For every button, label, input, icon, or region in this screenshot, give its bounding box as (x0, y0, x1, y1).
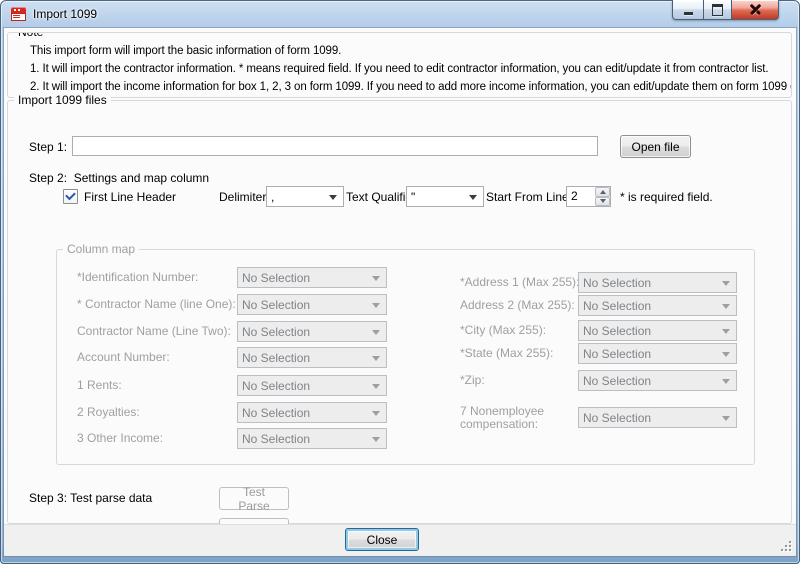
spin-down-button[interactable] (595, 197, 610, 207)
start-from-line-label: Start From Line (486, 190, 569, 204)
resize-grip-icon[interactable] (781, 541, 793, 553)
maximize-button[interactable] (704, 0, 732, 20)
start-from-line-spinner[interactable]: 2 (566, 186, 611, 207)
address1-dropdown[interactable]: No Selection (578, 272, 737, 293)
chevron-down-icon (722, 304, 730, 309)
dialog-content: Note This import form will import the ba… (4, 28, 796, 556)
first-line-header-checkbox[interactable] (63, 189, 78, 204)
chevron-down-icon (722, 352, 730, 357)
chevron-down-icon (372, 384, 380, 389)
rents-dropdown[interactable]: No Selection (237, 375, 387, 396)
first-line-header-label: First Line Header (84, 190, 176, 204)
text-qualifier-dropdown[interactable]: " (406, 186, 484, 207)
step3-label: Step 3: Test parse data (29, 491, 152, 505)
city-label: *City (Max 255): (460, 323, 546, 337)
checkmark-icon (65, 190, 76, 201)
rents-label: 1 Rents: (77, 378, 122, 392)
footer-bar: Close (4, 524, 796, 556)
note-group: Note This import form will import the ba… (7, 32, 792, 98)
state-label: *State (Max 255): (460, 346, 553, 360)
zip-dropdown[interactable]: No Selection (578, 370, 737, 391)
chevron-down-icon (600, 199, 606, 203)
spin-up-button[interactable] (595, 187, 610, 197)
contractor-name-one-dropdown[interactable]: No Selection (237, 294, 387, 315)
address1-label: *Address 1 (Max 255): (460, 275, 579, 289)
chevron-down-icon (722, 416, 730, 421)
open-file-button[interactable]: Open file (620, 135, 691, 158)
contractor-name-one-label: * Contractor Name (line One): (77, 297, 236, 311)
chevron-down-icon (372, 303, 380, 308)
royalties-dropdown[interactable]: No Selection (237, 402, 387, 423)
test-parse-button[interactable]: Test Parse (219, 487, 289, 510)
note-line: 1. It will import the contractor informa… (30, 63, 768, 75)
close-icon (750, 4, 761, 15)
chevron-down-icon (469, 195, 477, 200)
import-1099-window: Import 1099 Note This import form will i… (0, 0, 800, 564)
step2-label: Step 2: Settings and map column (29, 171, 209, 185)
column-map-group: Column map *Identification Number: No Se… (56, 249, 755, 465)
nonemployee-compensation-label: 7 Nonemployee compensation: (460, 405, 570, 431)
chevron-down-icon (372, 437, 380, 442)
other-income-label: 3 Other Income: (77, 431, 163, 445)
delimiter-dropdown[interactable]: , (266, 186, 344, 207)
column-map-group-label: Column map (63, 242, 139, 256)
nonemployee-compensation-dropdown[interactable]: No Selection (578, 407, 737, 428)
other-income-dropdown[interactable]: No Selection (237, 428, 387, 449)
chevron-down-icon (372, 411, 380, 416)
minimize-icon (684, 12, 693, 15)
account-number-dropdown[interactable]: No Selection (237, 347, 387, 368)
file-path-input[interactable] (72, 136, 598, 156)
chevron-down-icon (329, 195, 337, 200)
chevron-down-icon (722, 379, 730, 384)
address2-label: Address 2 (Max 255): (460, 298, 575, 312)
contractor-name-two-dropdown[interactable]: No Selection (237, 321, 387, 342)
chevron-down-icon (372, 276, 380, 281)
import-files-group: Import 1099 files Step 1: Open file Step… (7, 100, 792, 524)
import-files-group-label: Import 1099 files (14, 93, 111, 107)
chevron-down-icon (372, 356, 380, 361)
titlebar[interactable]: Import 1099 (0, 0, 800, 28)
minimize-button[interactable] (672, 0, 704, 20)
chevron-down-icon (372, 330, 380, 335)
step1-label: Step 1: (29, 140, 67, 154)
chevron-down-icon (722, 329, 730, 334)
chevron-down-icon (722, 281, 730, 286)
identification-number-label: *Identification Number: (77, 270, 198, 284)
required-field-note: * is required field. (620, 190, 713, 204)
note-line: 2. It will import the income information… (30, 81, 792, 93)
note-line: This import form will import the basic i… (30, 45, 341, 57)
close-button[interactable]: Close (345, 528, 419, 551)
address2-dropdown[interactable]: No Selection (578, 295, 737, 316)
state-dropdown[interactable]: No Selection (578, 343, 737, 364)
chevron-up-icon (600, 190, 606, 194)
account-number-label: Account Number: (77, 350, 170, 364)
window-controls (672, 0, 779, 20)
identification-number-dropdown[interactable]: No Selection (237, 267, 387, 288)
zip-label: *Zip: (460, 373, 485, 387)
form-1099-icon (11, 6, 27, 22)
window-title: Import 1099 (33, 7, 97, 21)
close-window-button[interactable] (732, 0, 779, 20)
note-group-label: Note (14, 32, 47, 39)
contractor-name-two-label: Contractor Name (Line Two): (77, 324, 231, 338)
city-dropdown[interactable]: No Selection (578, 320, 737, 341)
delimiter-label: Delimiter (219, 190, 266, 204)
maximize-icon (712, 4, 723, 16)
royalties-label: 2 Royalties: (77, 405, 140, 419)
